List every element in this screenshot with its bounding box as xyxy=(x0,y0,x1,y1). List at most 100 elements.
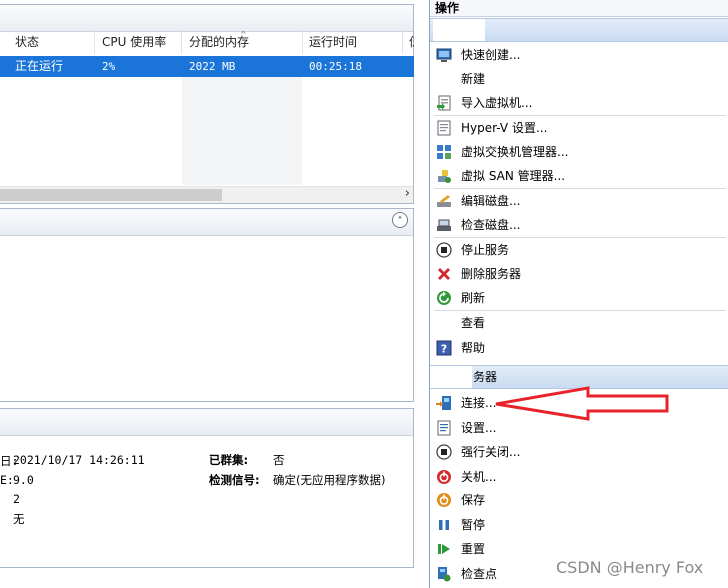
watermark: CSDN @Henry Fox xyxy=(556,558,704,577)
detail-clustered-label: 已群集: xyxy=(209,453,249,467)
action-turn-off[interactable]: 强行关闭... xyxy=(430,440,728,464)
column-header-uptime[interactable]: 运行时间 xyxy=(309,28,357,54)
action-label: 删除服务器 xyxy=(461,267,522,281)
actions-group-header-server[interactable] xyxy=(430,18,728,42)
action-label: 新建 xyxy=(461,72,486,86)
action-pause[interactable]: 暂停 xyxy=(430,513,728,537)
action-shutdown[interactable]: 关机... xyxy=(430,465,728,489)
action-label: 重置 xyxy=(461,542,486,556)
action-label: Hyper-V 设置... xyxy=(461,121,548,135)
detail-version-value: 9.0 xyxy=(13,473,34,487)
horizontal-scrollbar[interactable]: › xyxy=(0,186,413,203)
action-label: 暂停 xyxy=(461,518,486,532)
column-separator[interactable] xyxy=(181,30,182,54)
action-inspect-disk[interactable]: 检查磁盘... xyxy=(430,213,728,237)
memory-column-shade xyxy=(182,77,302,185)
collapse-pane-button[interactable]: ˄ xyxy=(392,212,408,228)
action-remove-server[interactable]: 删除服务器 xyxy=(430,262,728,286)
group-header-label-box xyxy=(433,19,485,41)
detail-clustered-value: 否 xyxy=(273,453,285,467)
connect-icon xyxy=(436,396,451,410)
import-icon xyxy=(437,95,451,111)
stop-icon xyxy=(436,242,452,258)
edit-disk-icon xyxy=(437,195,451,207)
save-icon xyxy=(437,493,451,507)
action-hyperv-settings[interactable]: Hyper-V 设置... xyxy=(430,116,728,140)
action-connect[interactable]: 连接... xyxy=(430,391,728,415)
group-header-label: 务器 xyxy=(473,370,498,384)
action-vm-settings[interactable]: 设置... xyxy=(430,416,728,440)
san-icon xyxy=(438,170,451,183)
action-label: 停止服务 xyxy=(461,243,510,257)
action-import-vm[interactable]: 导入虚拟机... xyxy=(430,91,728,115)
inspect-disk-icon xyxy=(437,219,451,231)
actions-group-header-vm[interactable]: 务器 xyxy=(430,365,728,389)
action-quick-create[interactable]: 快速创建... xyxy=(430,43,728,67)
action-edit-disk[interactable]: 编辑磁盘... xyxy=(430,189,728,213)
actions-title: 操作 xyxy=(430,0,728,17)
action-help[interactable]: ? 帮助 xyxy=(430,336,728,360)
action-label: 检查磁盘... xyxy=(461,218,521,232)
action-label: 快速创建... xyxy=(461,48,521,62)
column-separator[interactable] xyxy=(302,30,303,54)
checkpoint-pane-header xyxy=(0,209,413,236)
action-label: 设置... xyxy=(461,421,497,435)
detail-notes-value: 无 xyxy=(13,512,25,526)
action-save[interactable]: 保存 xyxy=(430,488,728,512)
pause-icon xyxy=(439,520,449,530)
refresh-icon xyxy=(437,291,451,305)
svg-text:?: ? xyxy=(441,343,447,356)
actions-pane: 操作 快速创建... 新建 导入虚拟机... Hyper-V 设置... 虚拟交… xyxy=(429,0,728,588)
details-pane xyxy=(0,408,414,568)
detail-heartbeat-value: 确定(无应用程序数据) xyxy=(273,473,386,487)
action-label: 虚拟 SAN 管理器... xyxy=(461,169,566,183)
action-virtual-san-manager[interactable]: 虚拟 SAN 管理器... xyxy=(430,164,728,188)
settings-page-icon xyxy=(437,420,451,436)
vm-row-selected[interactable]: 正在运行 2% 2022 MB 00:25:18 xyxy=(0,56,414,77)
action-virtual-switch-manager[interactable]: 虚拟交换机管理器... xyxy=(430,140,728,164)
action-label: 刷新 xyxy=(461,291,486,305)
reset-icon xyxy=(438,544,450,554)
detail-heartbeat-label: 检测信号: xyxy=(209,473,260,487)
action-label: 关机... xyxy=(461,470,497,484)
action-new[interactable]: 新建 xyxy=(430,67,728,91)
action-view[interactable]: 查看 xyxy=(430,311,728,335)
action-label: 检查点 xyxy=(461,567,498,581)
action-label: 保存 xyxy=(461,493,486,507)
detail-version-label: E: xyxy=(0,473,14,487)
sort-indicator-icon: ^ xyxy=(240,30,247,39)
vm-state: 正在运行 xyxy=(15,59,64,73)
vm-uptime: 00:25:18 xyxy=(309,60,362,73)
vm-memory: 2022 MB xyxy=(189,60,236,73)
action-label: 虚拟交换机管理器... xyxy=(461,145,569,159)
settings-page-icon xyxy=(437,120,451,136)
detail-generation-value: 2 xyxy=(13,492,20,506)
delete-icon xyxy=(438,268,450,280)
stop-icon xyxy=(436,444,452,460)
column-header-cpu[interactable]: CPU 使用率 xyxy=(102,28,166,54)
checkpoint-icon xyxy=(438,567,451,582)
action-label: 帮助 xyxy=(461,341,486,355)
checkpoint-pane xyxy=(0,208,414,402)
chevron-up-icon: ˄ xyxy=(397,216,403,227)
column-separator[interactable] xyxy=(94,30,95,54)
action-label: 强行关闭... xyxy=(461,445,521,459)
monitor-icon xyxy=(436,48,452,62)
action-refresh[interactable]: 刷新 xyxy=(430,286,728,310)
help-icon: ? xyxy=(436,340,452,356)
column-header-state[interactable]: 状态 xyxy=(15,28,39,54)
detail-created-value: 2021/10/17 14:26:11 xyxy=(13,453,145,467)
action-label: 连接... xyxy=(461,396,497,410)
vm-cpu: 2% xyxy=(102,60,116,73)
scroll-right-arrow[interactable]: › xyxy=(405,186,410,201)
scrollbar-thumb[interactable] xyxy=(0,189,222,201)
action-label: 编辑磁盘... xyxy=(461,194,521,208)
action-label: 导入虚拟机... xyxy=(461,96,533,110)
group-header-label-box xyxy=(430,366,472,388)
column-header-truncated[interactable]: 伢 xyxy=(409,28,414,54)
switch-icon xyxy=(437,145,451,159)
column-separator[interactable] xyxy=(402,30,403,54)
action-stop-service[interactable]: 停止服务 xyxy=(430,238,728,262)
action-label: 查看 xyxy=(461,316,486,330)
details-pane-header xyxy=(0,409,413,436)
